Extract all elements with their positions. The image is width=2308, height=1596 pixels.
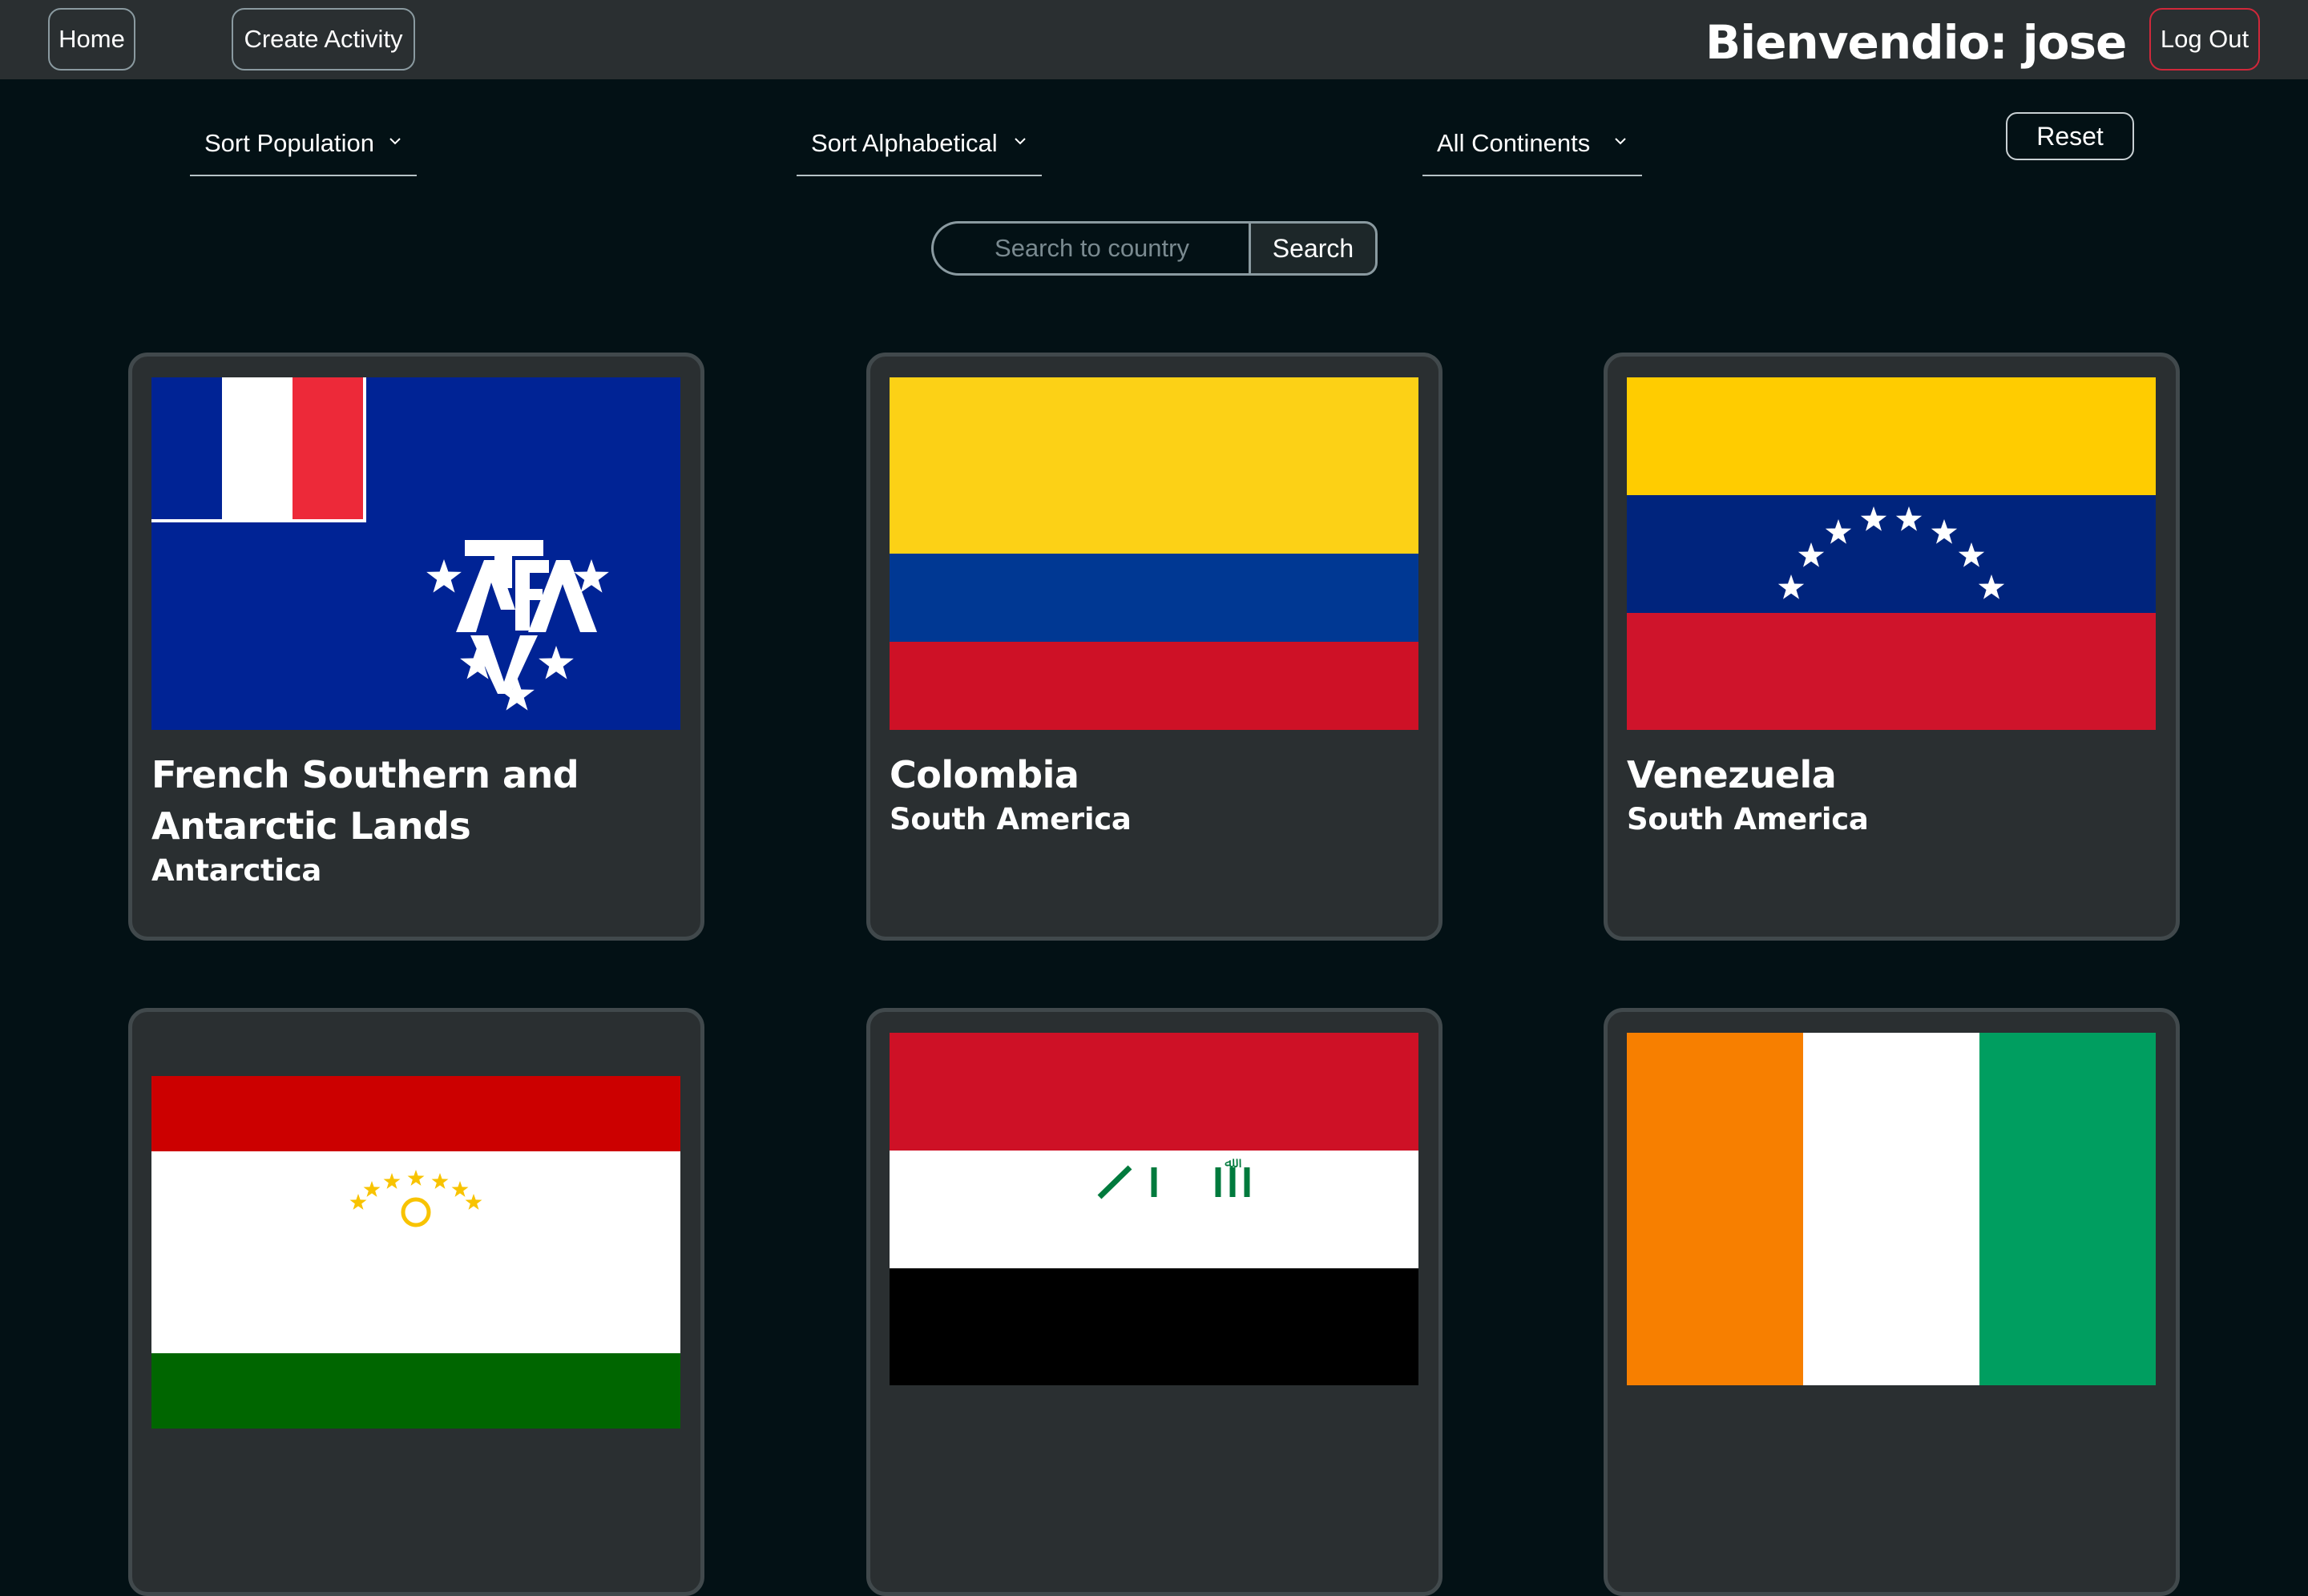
search-button[interactable]: Search: [1249, 221, 1378, 276]
continent-filter-label: All Continents: [1437, 129, 1591, 157]
country-card[interactable]: [1604, 1008, 2180, 1596]
country-continent: Antarctica: [151, 853, 322, 888]
country-name: Venezuela South America: [1627, 749, 2140, 839]
logout-button[interactable]: Log Out: [2149, 8, 2260, 71]
country-card[interactable]: Colombia South America: [866, 353, 1442, 941]
country-continent: South America: [1627, 802, 1869, 836]
country-name-text: French Southern and Antarctic Lands: [151, 753, 579, 848]
country-card[interactable]: ﷲ: [866, 1008, 1442, 1596]
sort-alphabetical-select[interactable]: Sort Alphabetical: [797, 112, 1042, 176]
chevron-down-icon: [1615, 138, 1626, 145]
country-name-text: Venezuela: [1627, 753, 1837, 796]
tajikistan-flag: [151, 1076, 680, 1429]
country-name: Colombia South America: [890, 749, 1402, 839]
venezuela-flag: [1627, 377, 2156, 730]
sort-population-select[interactable]: Sort Population: [190, 112, 417, 176]
french-southern-antarctic-lands-flag: [151, 377, 680, 730]
continent-filter-select[interactable]: All Continents: [1422, 112, 1642, 176]
create-activity-button[interactable]: Create Activity: [232, 8, 415, 71]
country-continent: South America: [890, 802, 1132, 836]
colombia-flag: [890, 377, 1418, 730]
sort-alphabetical-label: Sort Alphabetical: [811, 129, 998, 157]
reset-button[interactable]: Reset: [2006, 112, 2134, 160]
sort-population-label: Sort Population: [204, 129, 374, 157]
top-navbar: Home Create Activity Bienvendio: jose Lo…: [0, 0, 2308, 79]
country-card[interactable]: [128, 1008, 704, 1596]
home-button[interactable]: Home: [48, 8, 135, 71]
country-name-text: Colombia: [890, 753, 1079, 796]
welcome-message: Bienvendio: jose: [1705, 15, 2127, 70]
chevron-down-icon: [1015, 138, 1026, 145]
country-card[interactable]: French Southern and Antarctic Lands Anta…: [128, 353, 704, 941]
ivory-coast-flag: [1627, 1033, 2156, 1385]
chevron-down-icon: [389, 138, 401, 145]
iraq-flag: ﷲ: [890, 1033, 1418, 1385]
country-card[interactable]: Venezuela South America: [1604, 353, 2180, 941]
country-name: French Southern and Antarctic Lands Anta…: [151, 749, 664, 890]
search-input[interactable]: [931, 221, 1250, 276]
